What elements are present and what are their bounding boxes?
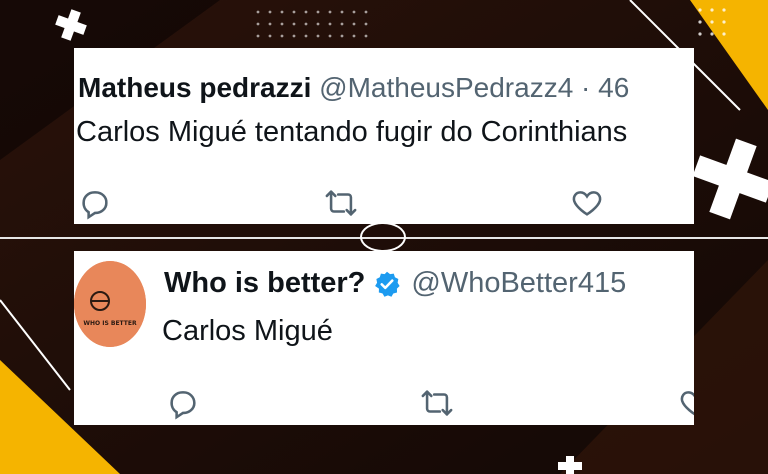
tweet-card-2[interactable]: WHO IS BETTER Who is better? @WhoBetter4… bbox=[74, 251, 694, 425]
verified-icon bbox=[375, 271, 400, 297]
avatar-text: WHO IS BETTER bbox=[83, 320, 137, 327]
retweet-icon[interactable] bbox=[420, 386, 454, 420]
reply-icon[interactable] bbox=[78, 186, 112, 220]
display-name[interactable]: Matheus pedrazzi bbox=[78, 72, 311, 103]
user-handle[interactable]: @WhoBetter415 bbox=[411, 267, 626, 300]
tweet-text: Carlos Migué bbox=[162, 315, 333, 347]
avatar[interactable]: WHO IS BETTER bbox=[74, 261, 146, 347]
display-name[interactable]: Who is better? bbox=[164, 267, 365, 300]
like-icon[interactable] bbox=[678, 386, 694, 420]
tweet-header: Matheus pedrazzi @MatheusPedrazz4 · 46 bbox=[78, 72, 629, 104]
tweet-text: Carlos Migué tentando fugir do Corinthia… bbox=[76, 116, 628, 148]
like-icon[interactable] bbox=[570, 186, 604, 220]
user-handle[interactable]: @MatheusPedrazz4 · 46 bbox=[319, 72, 629, 103]
retweet-icon[interactable] bbox=[324, 186, 358, 220]
reply-icon[interactable] bbox=[166, 386, 200, 420]
tweet-card-1[interactable]: Matheus pedrazzi @MatheusPedrazz4 · 46 C… bbox=[74, 48, 694, 224]
divider-ring bbox=[360, 222, 406, 252]
tweet-header: Who is better? @WhoBetter415 bbox=[164, 267, 626, 300]
